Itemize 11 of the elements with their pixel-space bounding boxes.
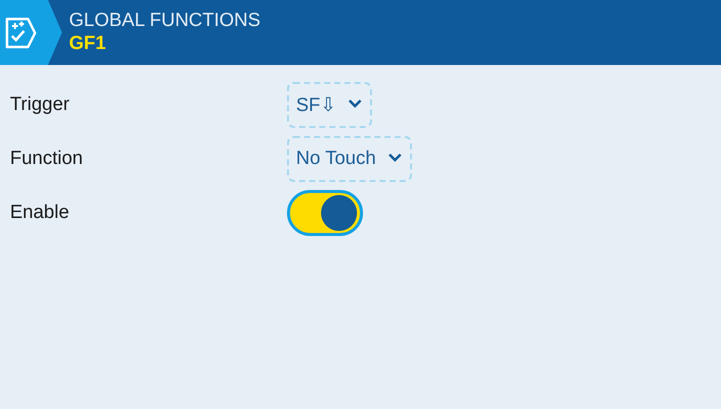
caret-icon — [388, 152, 402, 162]
header-title: GLOBAL FUNCTIONS — [69, 10, 260, 32]
field-label: Function — [9, 148, 84, 170]
field-label: Trigger — [9, 94, 70, 116]
dropdown[interactable]: No Touch — [287, 136, 412, 182]
caret-icon — [348, 98, 362, 108]
header-subtitle: GF1 — [69, 32, 107, 56]
checklist-icon — [4, 16, 38, 48]
toggle-switch[interactable] — [287, 190, 363, 236]
dropdown[interactable]: SF⇩ — [287, 82, 372, 128]
field-label: Enable — [9, 202, 70, 224]
